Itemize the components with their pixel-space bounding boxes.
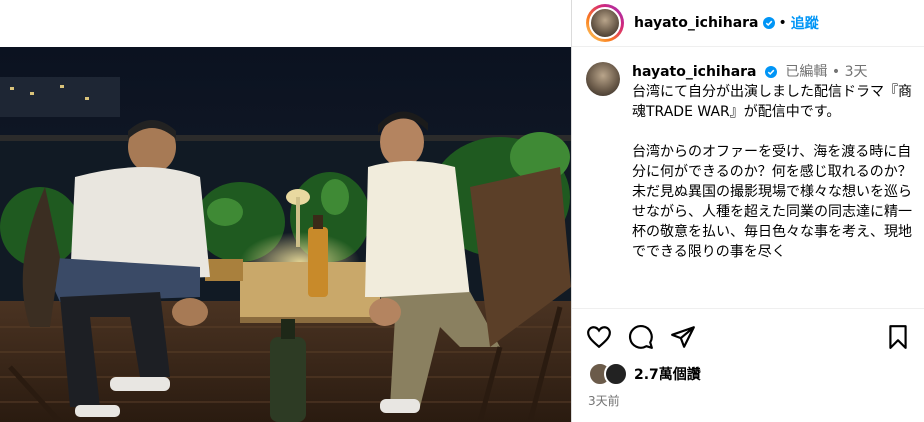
edited-label: 已編輯 (785, 64, 828, 80)
liker-avatar (604, 362, 628, 386)
author-username[interactable]: hayato_ichihara (634, 15, 759, 31)
caption-time[interactable]: 3天 (845, 64, 868, 80)
heart-icon[interactable] (586, 324, 612, 350)
caption-text: 台湾にて自分が出演しました配信ドラマ『商魂TRADE WAR』が配信中です。 台… (632, 84, 912, 260)
post-photo[interactable] (0, 47, 571, 422)
verified-badge-icon (762, 17, 775, 29)
post-date[interactable]: 3天前 (572, 386, 924, 409)
post-media-area (0, 0, 571, 422)
separator-dot: • (831, 64, 841, 80)
verified-badge-icon (764, 66, 777, 78)
follow-button[interactable]: 追蹤 (791, 13, 819, 33)
comment-icon[interactable] (628, 324, 654, 350)
post-side-panel: hayato_ichihara • 追蹤 hayato_ichihara 已編輯… (571, 0, 924, 422)
caption-avatar[interactable] (586, 62, 620, 96)
caption-username[interactable]: hayato_ichihara (632, 64, 757, 80)
post-actions: 2.7萬個讚 3天前 (572, 308, 924, 409)
caption-area: hayato_ichihara 已編輯 • 3天 台湾にて自分が出演しました配信… (586, 62, 916, 307)
post-header: hayato_ichihara • 追蹤 (572, 0, 924, 47)
separator-dot: • (778, 15, 787, 31)
bookmark-icon[interactable] (885, 324, 911, 350)
share-icon[interactable] (670, 324, 696, 350)
likes-row: 2.7萬個讚 (572, 352, 924, 386)
likes-count[interactable]: 2.7萬個讚 (634, 364, 701, 384)
author-avatar[interactable] (586, 4, 624, 42)
